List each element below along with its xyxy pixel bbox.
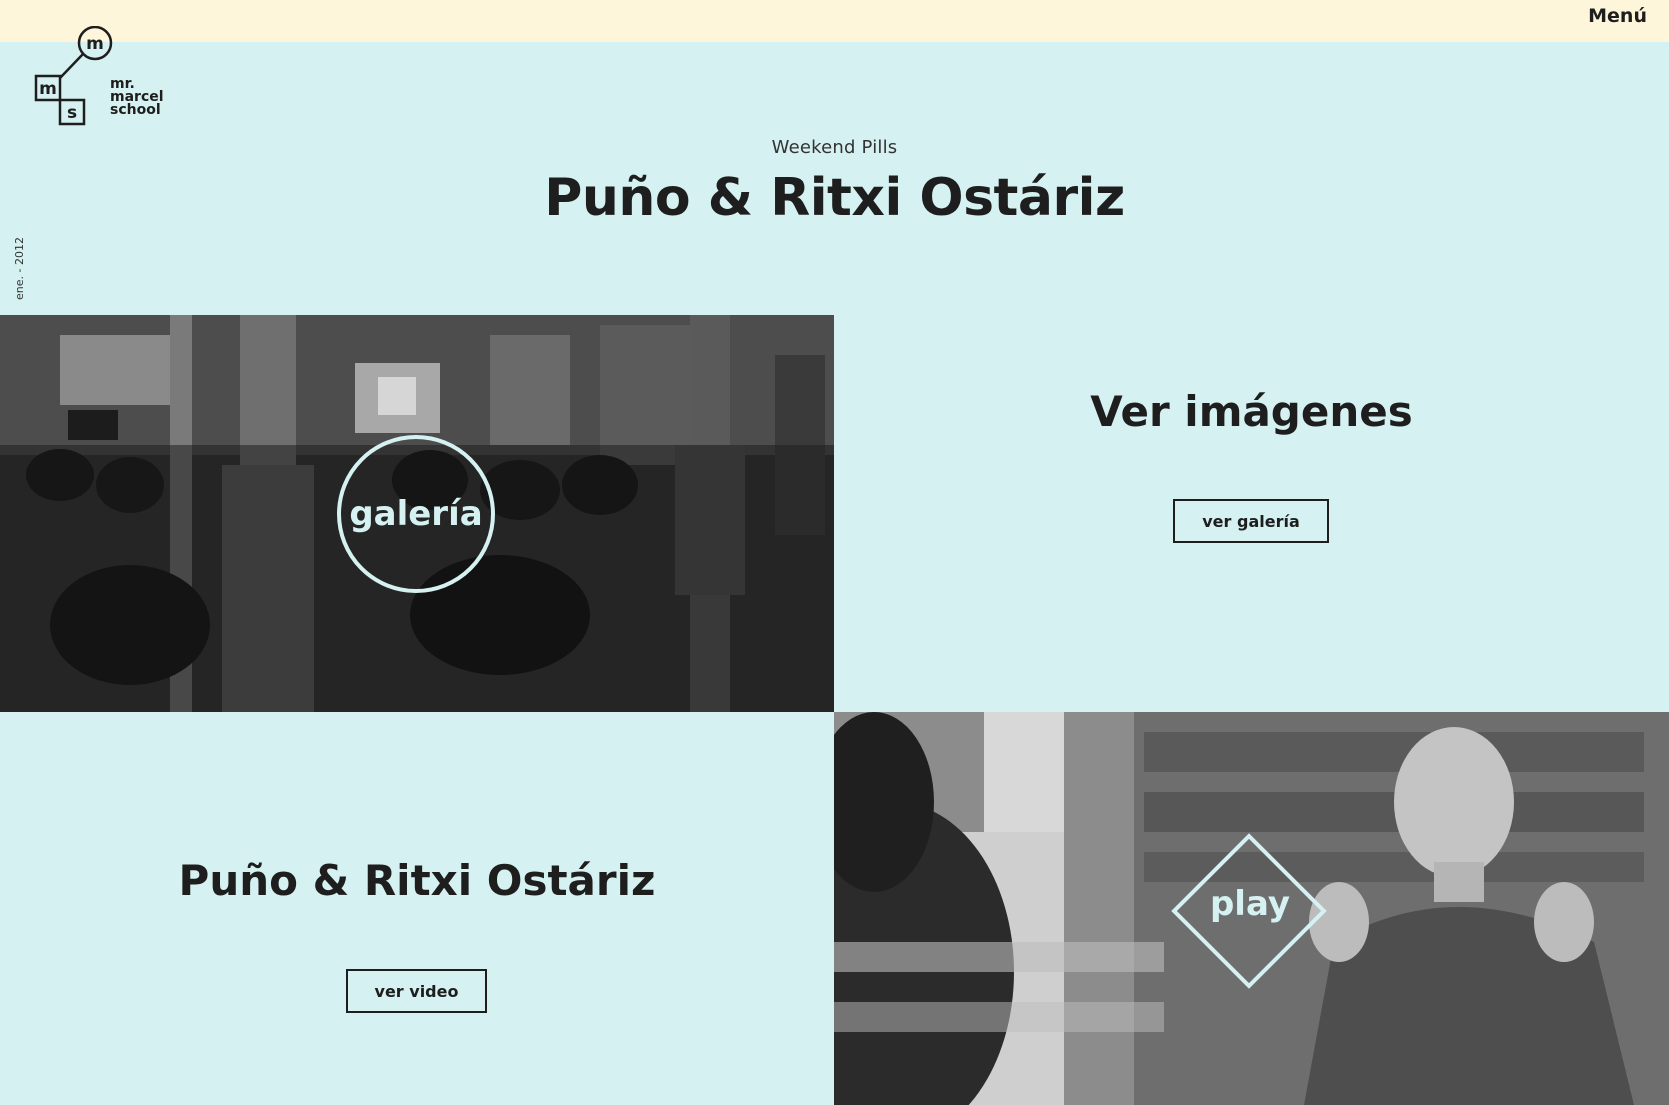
gallery-photo-tile[interactable]: galería (0, 315, 834, 712)
view-video-button[interactable]: ver video (346, 969, 487, 1013)
view-gallery-button[interactable]: ver galería (1173, 499, 1329, 543)
top-bar: Menú (0, 0, 1669, 42)
logo-letter-m-left: m (39, 79, 57, 99)
logo-letter-m-top: m (86, 34, 104, 54)
gallery-badge-label: galería (349, 494, 483, 534)
logo-line-3: school (110, 102, 161, 118)
logo-wordmark: mr. marcel school (110, 77, 164, 118)
gallery-heading: Ver imágenes (1090, 387, 1413, 436)
event-category: Weekend Pills (771, 137, 898, 158)
logo-letter-s: s (67, 103, 77, 123)
play-badge-label: play (1209, 884, 1291, 924)
gallery-text-tile: Ver imágenes ver galería (834, 315, 1669, 712)
menu-button[interactable]: Menú (1588, 5, 1647, 27)
video-text-tile: Puño & Ritxi Ostáriz ver video (0, 712, 834, 1105)
page-title: Puño & Ritxi Ostáriz (544, 168, 1125, 228)
side-date-label: ene. - 2012 (13, 237, 26, 300)
gallery-circle-badge[interactable]: galería (337, 435, 495, 593)
video-heading: Puño & Ritxi Ostáriz (178, 856, 656, 905)
logo-mark: m m s (34, 25, 113, 126)
